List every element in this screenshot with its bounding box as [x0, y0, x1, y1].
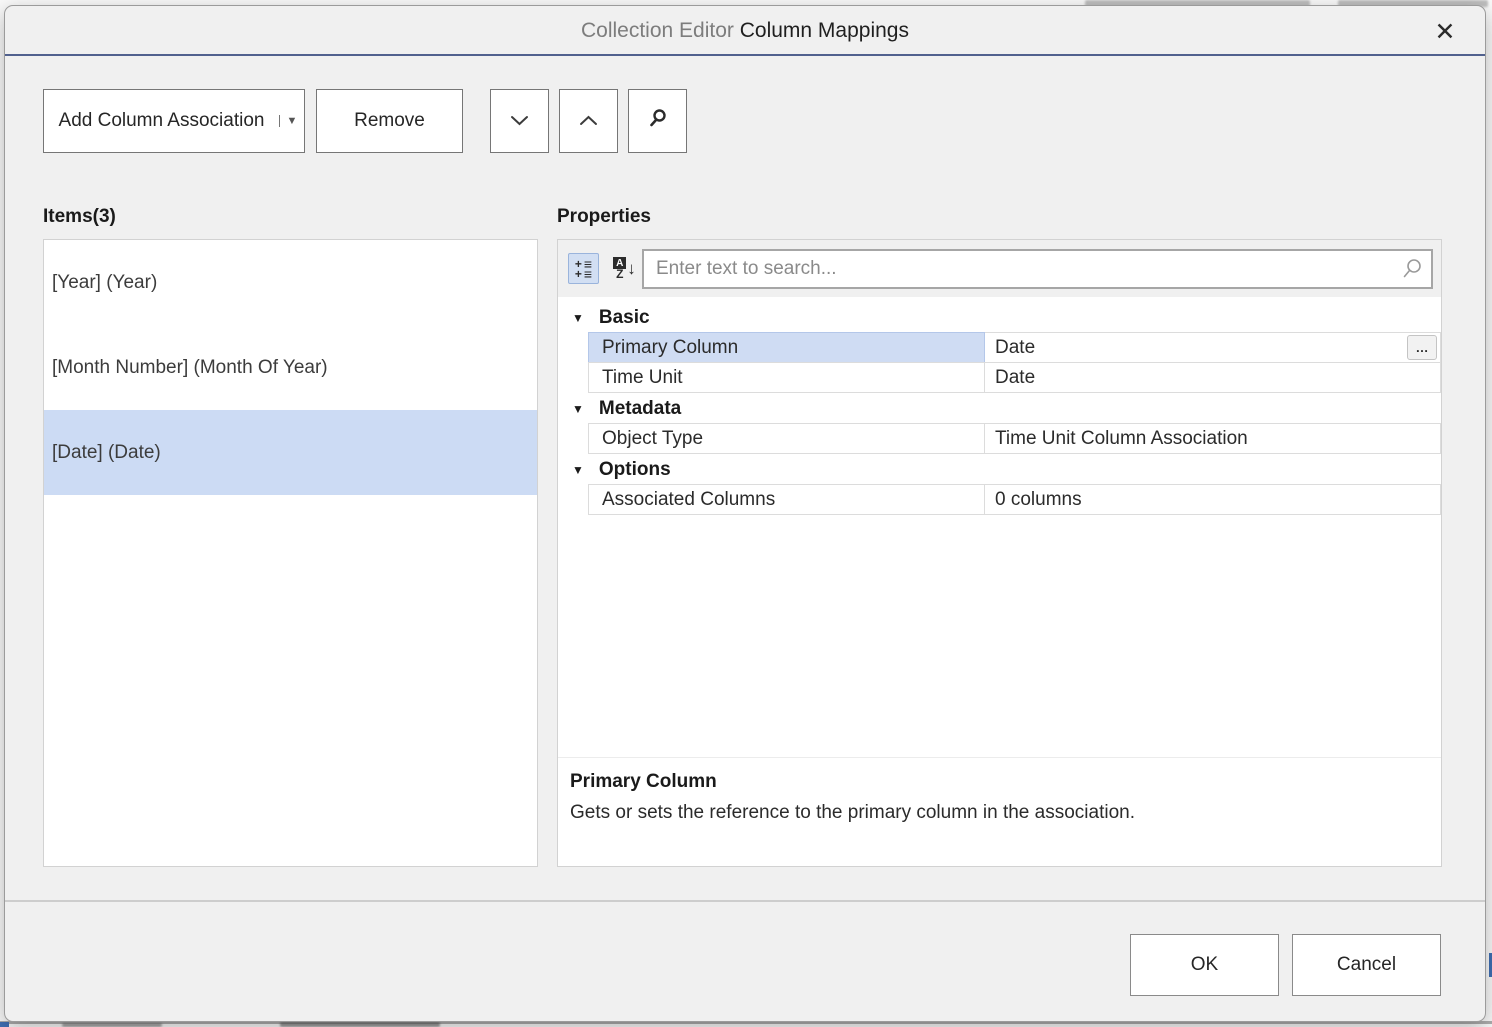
category-expanded-icon: ▼: [572, 402, 584, 416]
property-value-text: Date: [995, 337, 1035, 359]
remove-button[interactable]: Remove: [316, 89, 463, 153]
property-description-title: Primary Column: [570, 771, 1429, 793]
chevron-down-icon: [510, 110, 529, 132]
search-icon: [648, 108, 668, 134]
property-grid: ▼BasicPrimary ColumnDate…Time UnitDate▼M…: [558, 302, 1441, 515]
add-dropdown-icon[interactable]: ▼: [279, 115, 304, 127]
alphabetical-sort-icon: AZ ↓: [613, 257, 636, 280]
background-artifact: [0, 1022, 9, 1027]
items-header: Items(3): [43, 206, 116, 228]
category-expanded-icon: ▼: [572, 463, 584, 477]
list-item[interactable]: [Year] (Year): [44, 240, 537, 325]
background-artifact: [62, 1023, 162, 1027]
find-button[interactable]: [628, 89, 687, 153]
chevron-up-icon: [579, 110, 598, 132]
categorized-view-button[interactable]: +≡ +≡: [568, 253, 599, 284]
property-grid-toolbar: +≡ +≡ AZ ↓: [558, 240, 1441, 297]
category-expanded-icon: ▼: [572, 311, 584, 325]
add-column-association-label[interactable]: Add Column Association: [44, 110, 279, 132]
property-search-input[interactable]: [644, 258, 1401, 280]
alphabetical-sort-button[interactable]: AZ ↓: [609, 253, 640, 284]
property-name-cell[interactable]: Primary Column: [588, 332, 985, 363]
cancel-button[interactable]: Cancel: [1292, 934, 1441, 996]
property-name-cell[interactable]: Object Type: [588, 423, 985, 454]
properties-header: Properties: [557, 206, 651, 228]
property-row: Primary Column Date …: [558, 332, 1441, 363]
dialog-title-main: Column Mappings: [740, 19, 909, 42]
category-name: Metadata: [599, 398, 681, 420]
add-column-association-button[interactable]: Add Column Association ▼: [43, 89, 305, 153]
items-list: [Year] (Year)[Month Number] (Month Of Ye…: [43, 239, 538, 867]
property-row: Associated Columns0 columns: [558, 484, 1441, 515]
list-item[interactable]: [Date] (Date): [44, 410, 537, 495]
property-category-row[interactable]: ▼ Options: [558, 454, 1441, 485]
property-name-cell[interactable]: Associated Columns: [588, 484, 985, 515]
ok-button[interactable]: OK: [1130, 934, 1279, 996]
ellipsis-button[interactable]: …: [1407, 335, 1437, 360]
categorized-view-icon: +≡ +≡: [575, 259, 592, 279]
property-value-cell[interactable]: Date …: [985, 332, 1441, 363]
properties-panel: +≡ +≡ AZ ↓ ▼BasicPrimary ColumnDate…Time…: [557, 239, 1442, 867]
dialog-title: Collection Editor Column Mappings: [5, 6, 1485, 56]
property-row: Time UnitDate: [558, 362, 1441, 393]
dialog-footer: OK Cancel: [5, 900, 1485, 1021]
property-value-cell[interactable]: Date: [985, 362, 1441, 393]
property-description-text: Gets or sets the reference to the primar…: [570, 802, 1429, 824]
property-value-cell[interactable]: Time Unit Column Association: [985, 423, 1441, 454]
list-item[interactable]: [Month Number] (Month Of Year): [44, 325, 537, 410]
collection-editor-dialog: Collection Editor Column Mappings ✕ Add …: [4, 5, 1486, 1022]
property-category-row[interactable]: ▼ Metadata: [558, 393, 1441, 424]
title-bar[interactable]: Collection Editor Column Mappings ✕: [5, 6, 1485, 56]
property-row: Object TypeTime Unit Column Association: [558, 423, 1441, 454]
category-name: Basic: [599, 307, 650, 329]
property-search-box: [642, 249, 1433, 289]
move-down-button[interactable]: [490, 89, 549, 153]
search-icon: [1401, 257, 1423, 281]
property-description: Primary Column Gets or sets the referenc…: [558, 757, 1441, 866]
close-icon[interactable]: ✕: [1429, 16, 1461, 48]
toolbar: Add Column Association ▼ Remove: [43, 89, 687, 153]
move-up-button[interactable]: [559, 89, 618, 153]
background-artifact: [280, 1022, 440, 1027]
property-name-cell[interactable]: Time Unit: [588, 362, 985, 393]
property-value-cell[interactable]: 0 columns: [985, 484, 1441, 515]
category-name: Options: [599, 459, 671, 481]
dialog-title-prefix: Collection Editor: [581, 19, 740, 42]
property-category-row[interactable]: ▼ Basic: [558, 302, 1441, 333]
